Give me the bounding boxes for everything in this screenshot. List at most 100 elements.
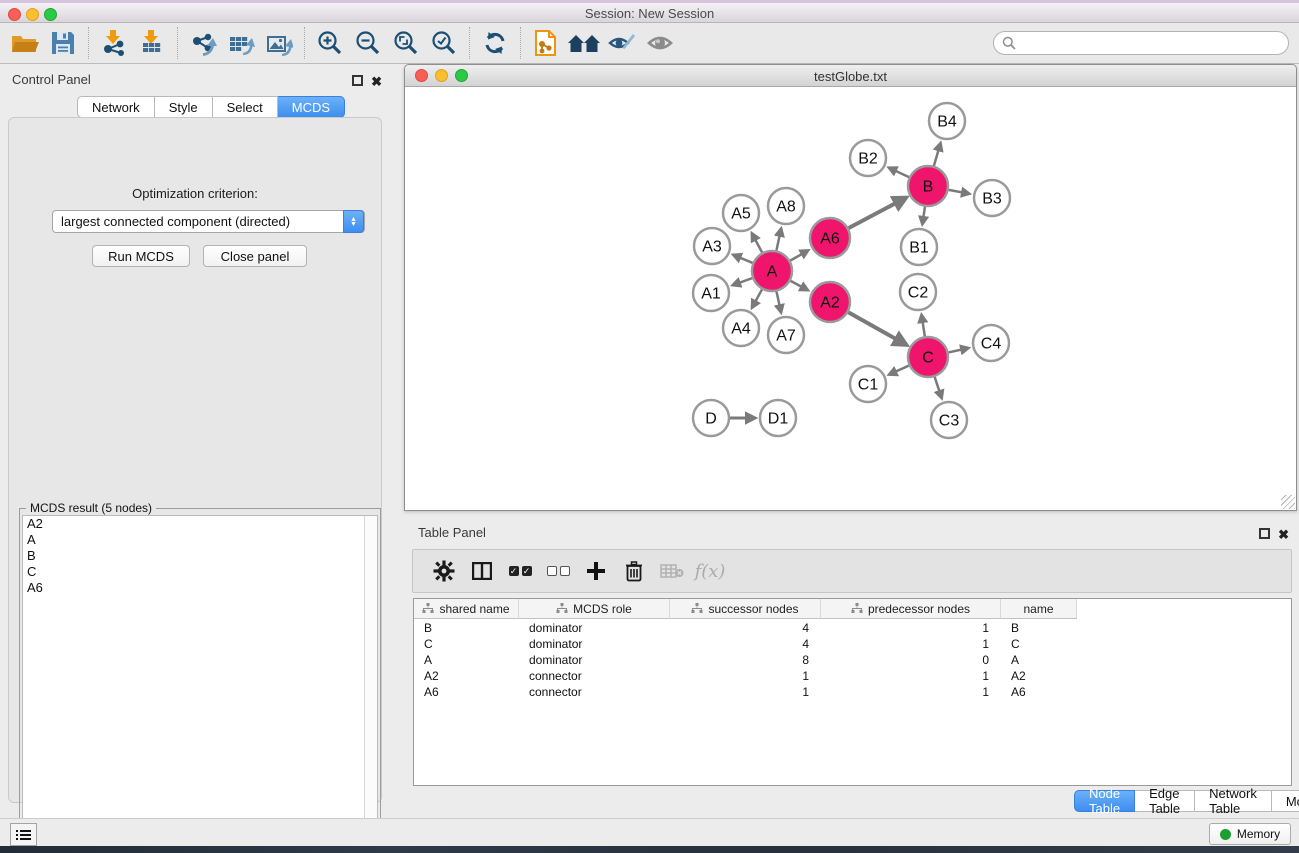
mcds-list-scrollbar[interactable] <box>364 516 377 845</box>
node-C3[interactable]: C3 <box>931 402 967 438</box>
cell-MCDS-role[interactable]: connector <box>519 684 670 700</box>
toggle-column-panel-button[interactable] <box>463 553 501 589</box>
cell-predecessor-nodes[interactable]: 1 <box>821 668 1001 684</box>
tab-style[interactable]: Style <box>155 96 213 118</box>
cell-name[interactable]: A <box>1001 652 1077 668</box>
network-window-titlebar[interactable]: testGlobe.txt <box>405 65 1296 87</box>
edge-C-C3[interactable] <box>935 377 942 398</box>
tab-network-table[interactable]: Network Table <box>1195 790 1272 812</box>
resize-grip[interactable] <box>1281 495 1295 509</box>
cell-predecessor-nodes[interactable]: 1 <box>821 684 1001 700</box>
node-B1[interactable]: B1 <box>901 229 937 265</box>
edge-A-A5[interactable] <box>752 233 762 252</box>
edge-B-B1[interactable] <box>922 207 925 224</box>
mcds-result-item[interactable]: A <box>23 532 377 548</box>
float-panel-button[interactable] <box>352 73 363 91</box>
cell-shared-name[interactable]: B <box>414 620 519 636</box>
mcds-result-item[interactable]: C <box>23 564 377 580</box>
cell-predecessor-nodes[interactable]: 1 <box>821 620 1001 636</box>
cell-successor-nodes[interactable]: 4 <box>670 620 821 636</box>
mcds-result-item[interactable]: A2 <box>23 516 377 532</box>
criterion-dropdown[interactable]: largest connected component (directed) ▲… <box>52 210 365 233</box>
float-table-panel-button[interactable] <box>1259 526 1270 544</box>
cell-shared-name[interactable]: C <box>414 636 519 652</box>
cell-name[interactable]: C <box>1001 636 1077 652</box>
cell-shared-name[interactable]: A2 <box>414 668 519 684</box>
node-C4[interactable]: C4 <box>973 325 1009 361</box>
node-A4[interactable]: A4 <box>723 310 759 346</box>
zoom-in-button[interactable] <box>311 26 349 60</box>
import-table-button[interactable] <box>133 26 171 60</box>
search-field[interactable] <box>993 31 1289 55</box>
table-row[interactable]: Cdominator41C <box>414 636 1077 652</box>
node-A6[interactable]: A6 <box>810 218 850 258</box>
hide-selected-button[interactable] <box>603 26 641 60</box>
table-row[interactable]: Adominator80A <box>414 652 1077 668</box>
edge-B-B3[interactable] <box>949 190 970 194</box>
edge-C-C4[interactable] <box>948 348 968 352</box>
task-history-button[interactable] <box>10 823 37 846</box>
node-D[interactable]: D <box>693 400 729 436</box>
column-header-name[interactable]: name <box>1001 599 1077 619</box>
show-all-button[interactable] <box>641 26 679 60</box>
memory-button[interactable]: Memory <box>1209 823 1291 845</box>
node-A8[interactable]: A8 <box>768 188 804 224</box>
table-settings-button[interactable] <box>425 553 463 589</box>
create-column-button[interactable] <box>577 553 615 589</box>
import-network-button[interactable] <box>95 26 133 60</box>
node-A1[interactable]: A1 <box>693 275 729 311</box>
delete-table-button[interactable] <box>653 553 691 589</box>
edge-A6-B[interactable] <box>849 198 906 228</box>
cell-shared-name[interactable]: A6 <box>414 684 519 700</box>
node-A3[interactable]: A3 <box>694 228 730 264</box>
cell-predecessor-nodes[interactable]: 0 <box>821 652 1001 668</box>
delete-column-button[interactable] <box>615 553 653 589</box>
node-D1[interactable]: D1 <box>760 400 796 436</box>
open-session-button[interactable] <box>6 26 44 60</box>
node-A7[interactable]: A7 <box>768 317 804 353</box>
edge-C-C2[interactable] <box>921 315 924 337</box>
zoom-out-button[interactable] <box>349 26 387 60</box>
node-B2[interactable]: B2 <box>850 140 886 176</box>
export-table-button[interactable] <box>222 26 260 60</box>
cell-MCDS-role[interactable]: dominator <box>519 652 670 668</box>
home-button[interactable] <box>565 26 603 60</box>
cell-name[interactable]: B <box>1001 620 1077 636</box>
cell-shared-name[interactable]: A <box>414 652 519 668</box>
column-header-successor-nodes[interactable]: successor nodes <box>670 599 821 619</box>
node-B[interactable]: B <box>908 166 948 206</box>
close-panel-action-button[interactable]: Close panel <box>203 245 307 267</box>
edge-B-B2[interactable] <box>889 168 909 177</box>
cell-MCDS-role[interactable]: dominator <box>519 620 670 636</box>
table-row[interactable]: A6connector11A6 <box>414 684 1077 700</box>
edge-A-A3[interactable] <box>733 255 752 263</box>
select-all-columns-button[interactable]: ✓✓ <box>501 553 539 589</box>
mcds-result-item[interactable]: A6 <box>23 580 377 596</box>
function-builder-button[interactable]: f(x) <box>691 553 729 589</box>
node-B4[interactable]: B4 <box>929 103 965 139</box>
column-header-predecessor-nodes[interactable]: predecessor nodes <box>821 599 1001 619</box>
node-A[interactable]: A <box>752 251 792 291</box>
close-table-panel-button[interactable]: ✖ <box>1278 526 1289 544</box>
deselect-all-columns-button[interactable] <box>539 553 577 589</box>
cell-predecessor-nodes[interactable]: 1 <box>821 636 1001 652</box>
node-C1[interactable]: C1 <box>850 366 886 402</box>
tab-edge-table[interactable]: Edge Table <box>1135 790 1195 812</box>
column-header-MCDS-role[interactable]: MCDS role <box>519 599 670 619</box>
edge-A-A1[interactable] <box>733 278 753 285</box>
edge-A2-C[interactable] <box>848 312 906 344</box>
cell-MCDS-role[interactable]: connector <box>519 668 670 684</box>
cell-name[interactable]: A6 <box>1001 684 1077 700</box>
cell-successor-nodes[interactable]: 8 <box>670 652 821 668</box>
cell-successor-nodes[interactable]: 4 <box>670 636 821 652</box>
export-image-button[interactable] <box>260 26 298 60</box>
network-from-file-button[interactable] <box>527 26 565 60</box>
edge-A-A2[interactable] <box>791 281 808 290</box>
cell-successor-nodes[interactable]: 1 <box>670 668 821 684</box>
cell-name[interactable]: A2 <box>1001 668 1077 684</box>
column-header-shared-name[interactable]: shared name <box>414 599 519 619</box>
refresh-button[interactable] <box>476 26 514 60</box>
edge-A-A7[interactable] <box>776 292 781 313</box>
edge-A-A4[interactable] <box>752 289 762 307</box>
search-input[interactable] <box>1016 36 1288 50</box>
